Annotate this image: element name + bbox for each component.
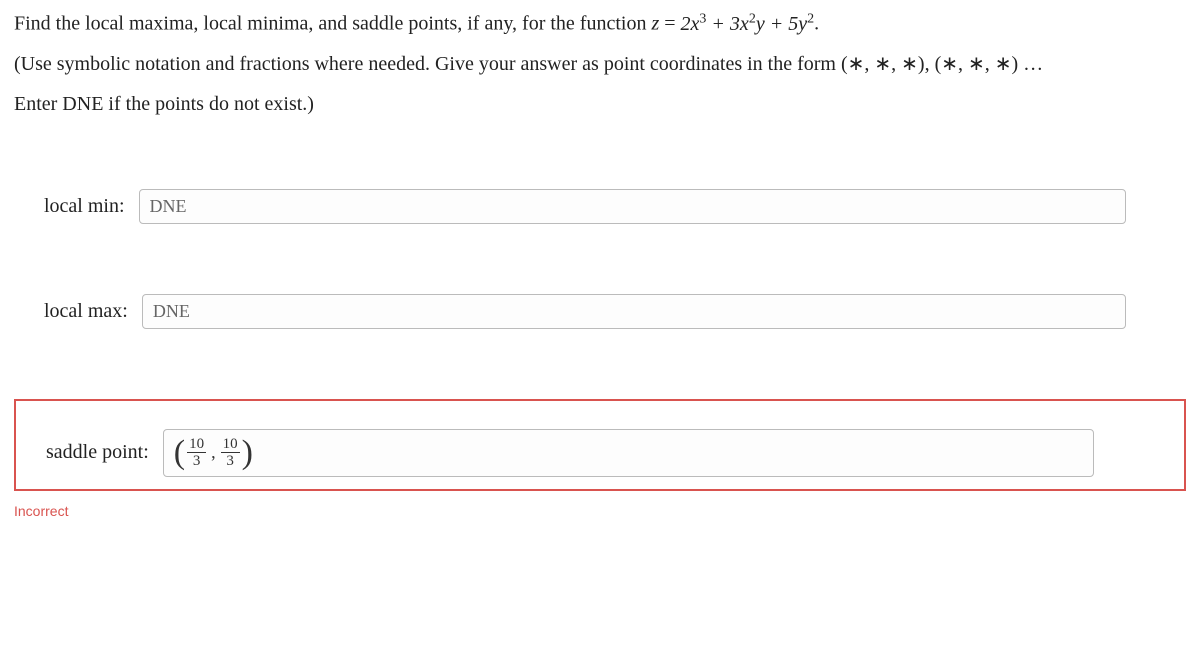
q-prefix: Find the local maxima, local minima, and… — [14, 13, 651, 35]
local-min-input[interactable]: DNE — [139, 189, 1126, 224]
local-min-row: local min: DNE — [14, 189, 1186, 224]
saddle-point-label: saddle point: — [46, 441, 149, 464]
open-paren-icon: ( — [174, 436, 185, 470]
saddle-point-row: saddle point: ( 10 3 , 10 3 ) — [46, 429, 1154, 477]
local-max-value: DNE — [153, 301, 190, 322]
question-line-3: Enter DNE if the points do not exist.) — [14, 89, 1186, 119]
fraction-1: 10 3 — [187, 436, 206, 470]
q-equation: z = 2x3 + 3x2y + 5y2 — [651, 13, 814, 35]
local-max-label: local max: — [44, 300, 128, 323]
question-line-1: Find the local maxima, local minima, and… — [14, 8, 1186, 39]
question-line-2: (Use symbolic notation and fractions whe… — [14, 49, 1186, 79]
saddle-point-value: ( 10 3 , 10 3 ) — [174, 436, 253, 470]
saddle-point-input[interactable]: ( 10 3 , 10 3 ) — [163, 429, 1094, 477]
local-max-row: local max: DNE — [14, 294, 1186, 329]
local-min-label: local min: — [44, 195, 125, 218]
local-min-value: DNE — [150, 196, 187, 217]
incorrect-label: Incorrect — [14, 503, 1186, 519]
question-text: Find the local maxima, local minima, and… — [14, 8, 1186, 119]
incorrect-feedback-box: saddle point: ( 10 3 , 10 3 ) — [14, 399, 1186, 491]
close-paren-icon: ) — [242, 436, 253, 470]
comma: , — [211, 442, 216, 463]
local-max-input[interactable]: DNE — [142, 294, 1126, 329]
fraction-2: 10 3 — [221, 436, 240, 470]
